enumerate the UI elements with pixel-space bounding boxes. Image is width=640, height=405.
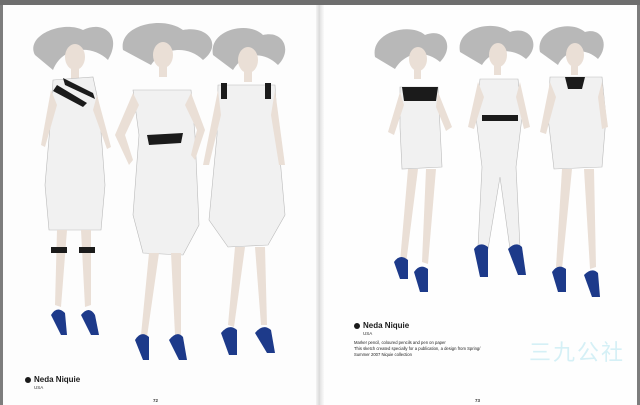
designer-country: USA — [363, 331, 373, 336]
figure-2 — [115, 22, 213, 360]
book-spread: Neda Niquie USA 72 Neda Niquie USA Marke… — [3, 5, 637, 405]
figure-3 — [203, 27, 286, 355]
figure-1 — [33, 26, 114, 335]
designer-country: USA — [34, 385, 44, 390]
right-credit: Neda Niquie USA Marker pencil, coloured … — [354, 321, 484, 358]
fashion-illustration-right — [370, 17, 610, 307]
bullet-icon — [25, 376, 31, 383]
fashion-illustration-left — [23, 15, 298, 370]
page-number-right: 73 — [475, 398, 481, 403]
description-line: Summer 2007 Niquie collection — [354, 352, 412, 357]
figure-5 — [459, 25, 534, 277]
left-credit: Neda Niquie USA — [25, 375, 80, 390]
figure-6 — [539, 26, 608, 297]
designer-name: Neda Niquie — [34, 375, 81, 384]
book-gutter — [316, 5, 324, 405]
bullet-icon — [354, 322, 360, 329]
page-number-left: 72 — [153, 398, 159, 403]
figure-4 — [374, 29, 452, 292]
artwork-description: Marker pencil, coloured pencils and pen … — [354, 340, 484, 358]
watermark-text: 三九公社 — [528, 341, 625, 366]
left-page: Neda Niquie USA 72 — [3, 5, 320, 405]
designer-name: Neda Niquie — [363, 321, 410, 330]
right-page: Neda Niquie USA Marker pencil, coloured … — [320, 5, 637, 405]
